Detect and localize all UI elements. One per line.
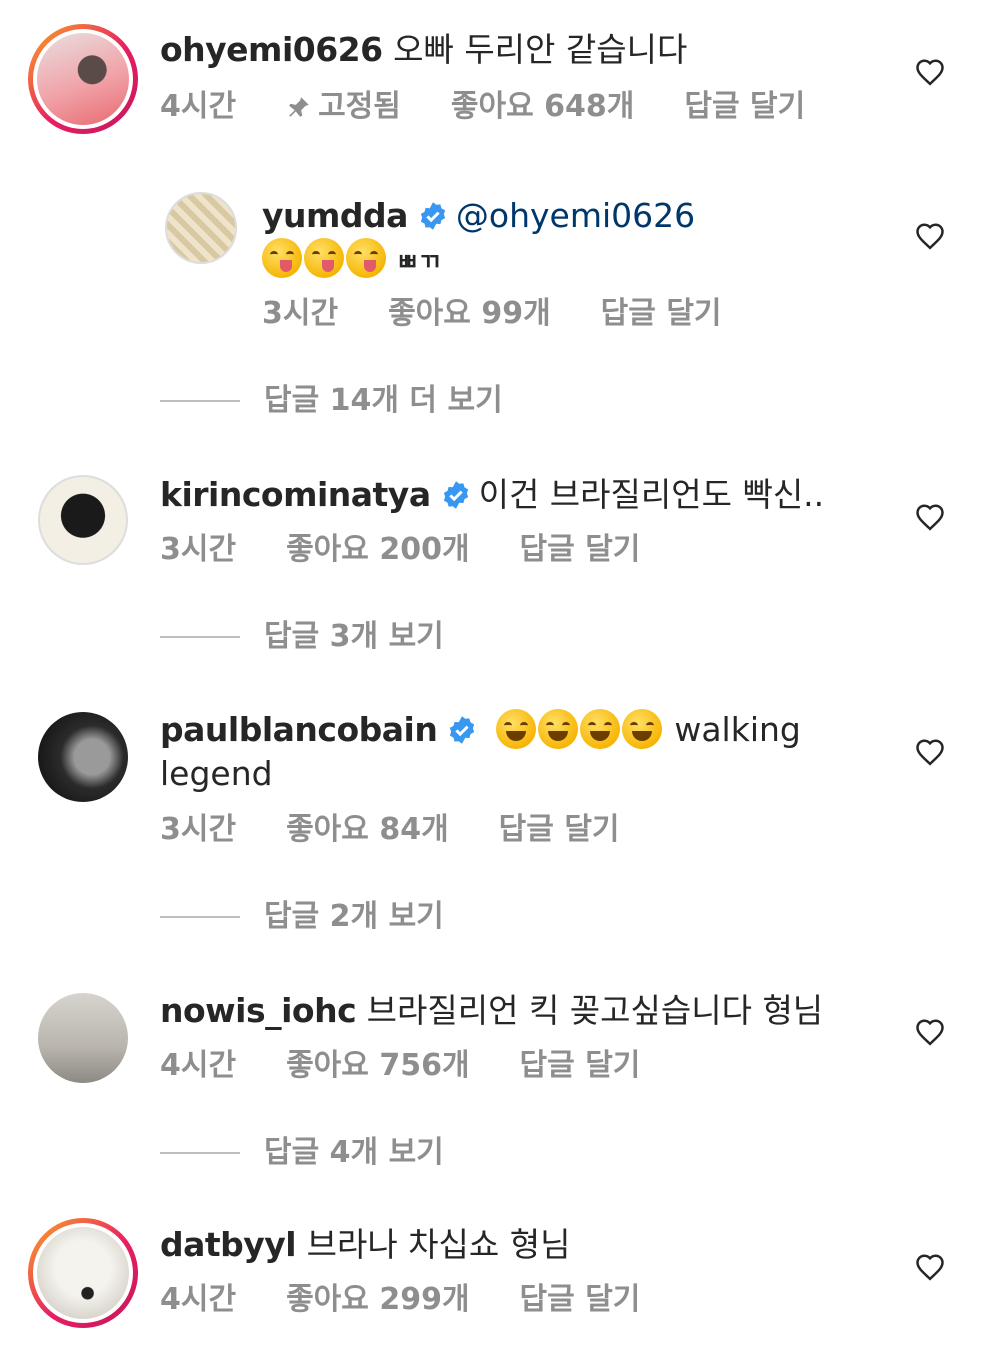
yum-emoji-icon: [304, 238, 344, 278]
comment-text: ㅃㄲ: [396, 248, 441, 276]
comment-item: nowis_iohc 브라질리언 킥 꽂고싶습니다 형님 4시간 좋아요 756…: [0, 985, 1000, 1105]
comment-likes[interactable]: 좋아요 99개: [388, 294, 551, 334]
pinned-label: 고정됨: [286, 87, 401, 127]
comment-text-line: yumdda @ohyemi0626: [262, 194, 695, 238]
comment-text: 브라질리언 킥 꽂고싶습니다 형님: [366, 991, 824, 1030]
comment-username[interactable]: ohyemi0626: [160, 30, 383, 69]
comment-time: 3시간: [160, 812, 237, 847]
pin-icon: [289, 97, 309, 117]
comment-meta: 4시간 좋아요 299개 답글 달기: [160, 1280, 640, 1320]
laughing-emoji-icon: [537, 709, 578, 749]
heart-outline-icon[interactable]: [915, 58, 945, 86]
reply-item: yumdda @ohyemi0626 ㅃㄲ 3시간 좋아요 99개 답글 달기: [0, 180, 1000, 340]
comment-text: legend: [160, 754, 273, 793]
reply-button[interactable]: 답글 달기: [684, 87, 805, 127]
comment-time: 4시간: [160, 89, 237, 124]
comment-time: 3시간: [160, 532, 237, 567]
laughing-emoji-icon: [621, 709, 662, 749]
comment-meta: 4시간 고정됨 좋아요 648개 답글 달기: [160, 87, 805, 127]
comment-time: 4시간: [160, 1048, 237, 1083]
avatar[interactable]: [28, 24, 138, 134]
divider: [160, 1152, 240, 1154]
heart-outline-icon[interactable]: [915, 1253, 945, 1281]
yum-emoji-icon: [346, 238, 386, 278]
yum-emoji-icon: [262, 238, 302, 278]
comment-text-line: datbyyl 브라나 차십쇼 형님: [160, 1223, 571, 1267]
comment-likes[interactable]: 좋아요 200개: [286, 530, 469, 570]
comment-meta: 4시간 좋아요 756개 답글 달기: [160, 1046, 640, 1086]
comment-likes[interactable]: 좋아요 84개: [286, 810, 449, 850]
reply-button[interactable]: 답글 달기: [601, 294, 722, 334]
reply-button[interactable]: 답글 달기: [520, 1280, 641, 1320]
comment-username[interactable]: kirincominatya: [160, 475, 431, 514]
verified-badge-icon: [420, 202, 446, 230]
mention-link[interactable]: @ohyemi0626: [456, 196, 695, 235]
comment-likes[interactable]: 좋아요 756개: [286, 1046, 469, 1086]
comment-username[interactable]: paulblancobain: [160, 710, 438, 749]
divider: [160, 400, 240, 402]
comment-time: 4시간: [160, 1282, 237, 1317]
comment-username[interactable]: datbyyl: [160, 1225, 297, 1264]
heart-outline-icon[interactable]: [915, 222, 945, 250]
view-more-replies[interactable]: 답글 3개 보기: [160, 617, 444, 657]
comment-text-line: kirincominatya 이건 브라질리언도 빡신..: [160, 473, 824, 517]
comment-time: 3시간: [262, 296, 339, 331]
laughing-emoji-icon: [579, 709, 620, 749]
avatar[interactable]: [28, 1218, 138, 1328]
view-more-label: 답글 4개 보기: [264, 1135, 444, 1170]
view-more-replies[interactable]: 답글 2개 보기: [160, 897, 444, 937]
comment-username[interactable]: yumdda: [262, 196, 408, 235]
comment-text-line-2: legend: [160, 752, 273, 796]
avatar[interactable]: [38, 712, 128, 802]
avatar[interactable]: [38, 993, 128, 1083]
heart-outline-icon[interactable]: [915, 738, 945, 766]
comment-item: datbyyl 브라나 차십쇼 형님 4시간 좋아요 299개 답글 달기: [0, 1215, 1000, 1345]
comment-text: 이건 브라질리언도 빡신..: [478, 475, 825, 514]
divider: [160, 636, 240, 638]
view-more-label: 답글 2개 보기: [264, 899, 444, 934]
divider: [160, 916, 240, 918]
comment-text: 오빠 두리안 같습니다: [393, 30, 688, 69]
verified-badge-icon: [443, 481, 468, 509]
view-more-label: 답글 3개 보기: [264, 619, 444, 654]
comment-text: walking: [674, 710, 801, 749]
comment-meta: 3시간 좋아요 200개 답글 달기: [160, 530, 640, 570]
comment-item: ohyemi0626 오빠 두리안 같습니다 4시간 고정됨 좋아요 648개 …: [0, 0, 1000, 150]
laughing-emoji-icon: [495, 709, 536, 749]
avatar[interactable]: [38, 475, 128, 565]
comment-username[interactable]: nowis_iohc: [160, 991, 357, 1030]
comment-text: 브라나 차십쇼 형님: [306, 1225, 571, 1264]
comment-item: kirincominatya 이건 브라질리언도 빡신.. 3시간 좋아요 200…: [0, 465, 1000, 585]
comment-emoji-line: ㅃㄲ: [262, 238, 441, 284]
view-more-label: 답글 14개 더 보기: [264, 383, 503, 418]
reply-button[interactable]: 답글 달기: [499, 810, 620, 850]
comment-text-line: paulblancobain walking: [160, 708, 801, 752]
comment-likes[interactable]: 좋아요 299개: [286, 1280, 469, 1320]
reply-button[interactable]: 답글 달기: [520, 1046, 641, 1086]
comment-item: paulblancobain walking legend 3시간 좋아요 84…: [0, 700, 1000, 850]
comment-text-line: nowis_iohc 브라질리언 킥 꽂고싶습니다 형님: [160, 989, 823, 1033]
view-more-replies[interactable]: 답글 4개 보기: [160, 1133, 444, 1173]
heart-outline-icon[interactable]: [915, 1018, 945, 1046]
comment-likes[interactable]: 좋아요 648개: [451, 87, 634, 127]
heart-outline-icon[interactable]: [915, 503, 945, 531]
reply-button[interactable]: 답글 달기: [520, 530, 641, 570]
view-more-replies[interactable]: 답글 14개 더 보기: [160, 381, 503, 421]
verified-badge-icon: [450, 716, 475, 744]
avatar[interactable]: [165, 192, 237, 264]
comment-meta: 3시간 좋아요 99개 답글 달기: [262, 294, 722, 334]
comment-meta: 3시간 좋아요 84개 답글 달기: [160, 810, 620, 850]
comment-text-line: ohyemi0626 오빠 두리안 같습니다: [160, 28, 687, 72]
